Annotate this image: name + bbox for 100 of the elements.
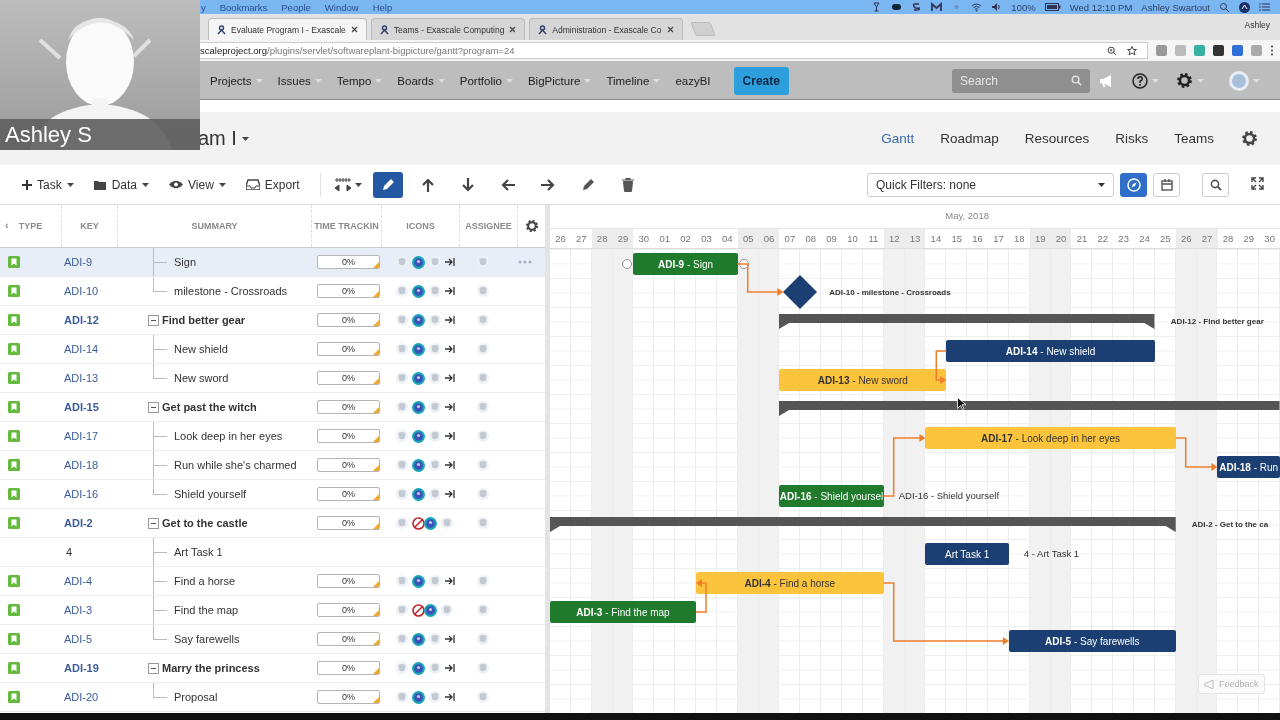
profile-name[interactable]: Ashley xyxy=(1244,20,1270,30)
search-button[interactable] xyxy=(1202,172,1229,197)
task-bar[interactable]: ADI-16 - Shield yoursel xyxy=(779,485,884,507)
table-row[interactable]: ADI-20 Proposal 0% xyxy=(0,683,545,712)
table-row[interactable]: ADI-14 New shield 0% xyxy=(0,335,545,364)
user-name[interactable]: Ashley Swartout xyxy=(1141,1,1210,13)
nav-menu[interactable]: Portfolio xyxy=(453,70,519,91)
task-bar[interactable]: ADI-14 - New shield xyxy=(946,340,1155,362)
issue-key-link[interactable]: ADI-3 xyxy=(62,604,93,616)
s-shape-icon[interactable] xyxy=(911,2,923,12)
zoom-icon[interactable] xyxy=(1107,45,1117,56)
menu-item[interactable]: Bookmarks xyxy=(219,1,268,13)
user-avatar-icon[interactable] xyxy=(412,487,425,501)
nav-menu[interactable]: eazyBI xyxy=(669,70,717,91)
view-tab[interactable]: Teams xyxy=(1161,127,1227,150)
nav-menu[interactable]: Timeline xyxy=(600,70,667,91)
table-row[interactable]: 4 Art Task 1 xyxy=(0,538,545,567)
link-handle-icon[interactable] xyxy=(622,259,633,269)
more-icon[interactable] xyxy=(1270,45,1274,56)
issue-key-link[interactable]: ADI-13 xyxy=(62,372,99,384)
m-shape-icon[interactable] xyxy=(931,2,943,12)
nav-menu[interactable]: Issues xyxy=(271,70,328,91)
issue-key-link[interactable]: ADI-5 xyxy=(62,633,93,645)
issue-key-link[interactable]: ADI-18 xyxy=(62,459,99,471)
search-icon[interactable] xyxy=(1219,2,1230,12)
compass-button[interactable] xyxy=(1120,172,1147,197)
collapse-icon[interactable] xyxy=(148,662,159,674)
milestone-marker[interactable] xyxy=(783,275,818,309)
user-avatar-icon[interactable] xyxy=(412,284,425,298)
task-bar[interactable]: ADI-18 - Run xyxy=(1217,456,1280,478)
link-handle-icon[interactable] xyxy=(738,259,749,269)
nav-menu[interactable]: Tempo xyxy=(330,70,389,91)
user-avatar-icon[interactable] xyxy=(412,632,425,646)
menu-item[interactable]: y xyxy=(201,1,206,13)
table-row[interactable]: ADI-9 Sign 0% xyxy=(0,248,545,277)
collapse-icon[interactable] xyxy=(148,517,159,529)
nav-menu[interactable]: Boards xyxy=(391,70,451,91)
table-row[interactable]: ADI-19 Marry the princess 0% xyxy=(0,654,545,683)
quick-filters-dropdown[interactable]: Quick Filters: none xyxy=(867,172,1114,197)
close-icon[interactable] xyxy=(509,26,517,33)
task-bar[interactable]: ADI-4 - Find a horse xyxy=(696,572,884,594)
extension-icon[interactable] xyxy=(1213,45,1224,56)
fullscreen-icon[interactable] xyxy=(1251,176,1264,190)
table-row[interactable]: ADI-2 Get to the castle 0% xyxy=(0,509,545,538)
menu-item[interactable]: People xyxy=(281,1,311,13)
collapse-icon[interactable] xyxy=(148,314,159,326)
extension-icon[interactable] xyxy=(1232,45,1243,56)
task-bar[interactable]: ADI-5 - Say farewells xyxy=(1008,630,1176,652)
user-avatar-icon[interactable] xyxy=(412,458,425,472)
star-icon[interactable] xyxy=(1127,45,1137,56)
table-row[interactable]: ADI-5 Say farewells 0% xyxy=(0,625,545,654)
issue-key-link[interactable]: ADI-2 xyxy=(62,517,93,529)
task-bar[interactable]: Art Task 1 xyxy=(925,543,1009,565)
table-row[interactable]: ADI-18 Run while she's charmed 0% xyxy=(0,451,545,480)
issue-key-link[interactable]: ADI-19 xyxy=(62,662,99,674)
user-avatar-icon[interactable] xyxy=(412,342,425,356)
toolbar-menu[interactable]: Export xyxy=(241,174,304,195)
issue-key-link[interactable]: ADI-16 xyxy=(62,488,99,500)
menu-item[interactable]: Window xyxy=(324,1,359,13)
table-row[interactable]: ADI-4 Find a horse 0% xyxy=(0,567,545,596)
view-tab[interactable]: Roadmap xyxy=(927,127,1012,150)
issue-key-link[interactable]: ADI-12 xyxy=(62,314,99,326)
view-tab[interactable]: Gantt xyxy=(868,127,928,150)
browser-tab[interactable]: Administration - Exascale Co xyxy=(529,18,683,40)
user-avatar-icon[interactable] xyxy=(412,690,425,704)
scroll-left-button[interactable]: ‹ xyxy=(5,219,9,231)
user-avatar-icon[interactable] xyxy=(424,516,437,530)
task-bar[interactable]: ADI-9 - Sign xyxy=(633,253,738,275)
user-avatar-icon[interactable] xyxy=(412,429,425,443)
create-button[interactable]: Create xyxy=(733,66,789,95)
issue-key-link[interactable]: ADI-20 xyxy=(62,691,99,703)
wifi-icon[interactable] xyxy=(971,2,983,12)
user-avatar-icon[interactable] xyxy=(412,661,425,675)
edit-mode-button[interactable] xyxy=(372,171,403,198)
calendar-button[interactable] xyxy=(1153,172,1180,197)
close-icon[interactable] xyxy=(666,26,674,33)
toolbar-menu[interactable]: Data xyxy=(89,174,154,195)
issue-key-link[interactable]: ADI-10 xyxy=(62,285,99,297)
toolbar-menu[interactable]: Task xyxy=(18,174,78,195)
glass-icon[interactable] xyxy=(871,2,883,12)
toolbar-menu[interactable]: View xyxy=(165,174,230,195)
search-field[interactable]: Search xyxy=(952,68,1090,93)
nav-menu[interactable]: Projects xyxy=(204,70,269,91)
issue-key-link[interactable]: ADI-14 xyxy=(62,343,99,355)
user-avatar-icon[interactable] xyxy=(412,255,425,269)
browser-tab[interactable]: Evaluate Program I - Exascale xyxy=(208,18,367,40)
view-tab[interactable]: Resources xyxy=(1011,127,1103,150)
user-avatar-icon[interactable] xyxy=(412,400,425,414)
address-field[interactable]: scaleproject.org/plugins/servlet/softwareplant-bigpicture/gantt?program=24 xyxy=(200,42,1148,59)
issue-key-link[interactable]: ADI-9 xyxy=(62,256,93,268)
volume-icon[interactable] xyxy=(991,2,1003,12)
nav-menu[interactable]: BigPicture xyxy=(521,70,598,91)
issue-key-link[interactable]: ADI-4 xyxy=(62,575,93,587)
settings-icon[interactable] xyxy=(1176,72,1193,89)
user-avatar-icon[interactable] xyxy=(412,313,425,327)
user-avatar-icon[interactable] xyxy=(424,603,437,617)
settings-icon[interactable] xyxy=(1241,130,1258,147)
table-row[interactable]: ADI-16 Shield yourself 0% xyxy=(0,480,545,509)
user-avatar-icon[interactable] xyxy=(412,574,425,588)
issue-key-link[interactable]: ADI-17 xyxy=(62,430,99,442)
